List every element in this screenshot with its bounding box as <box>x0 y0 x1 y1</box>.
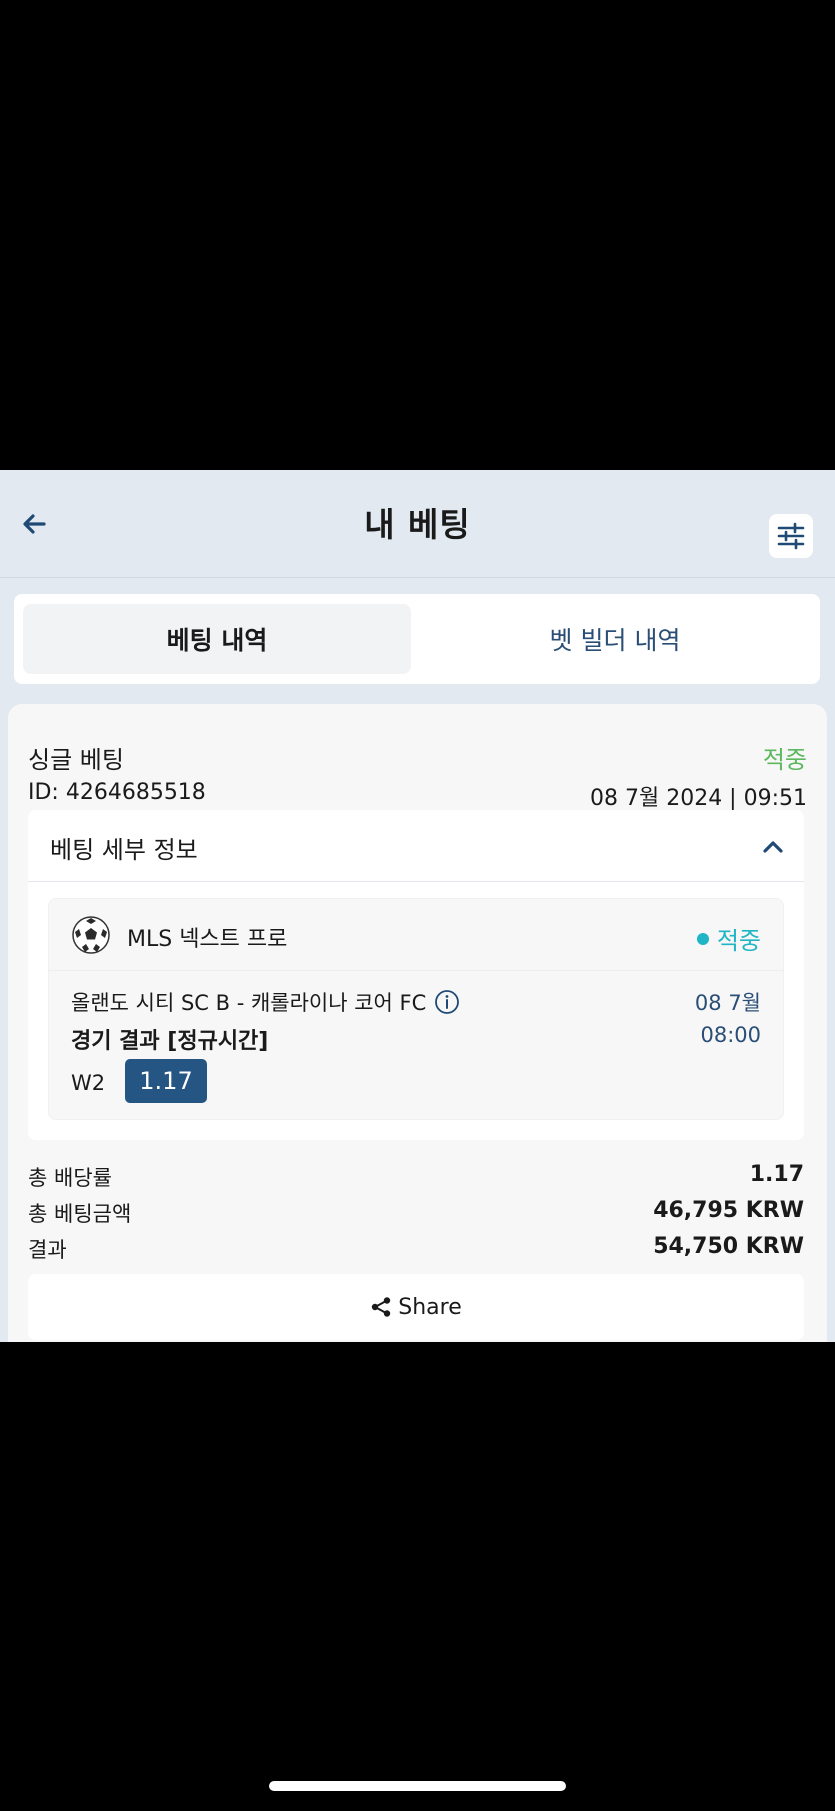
summary-value: 54,750 KRW <box>653 1234 804 1259</box>
bet-details-title: 베팅 세부 정보 <box>50 836 198 864</box>
bet-id: ID: 4264685518 <box>28 780 206 805</box>
tab-bet-builder-history[interactable]: 벳 빌더 내역 <box>421 604 809 674</box>
summary-label: 총 배당률 <box>28 1166 112 1190</box>
bet-date: 08 7월 2024 | 09:51 <box>589 786 807 811</box>
home-indicator[interactable] <box>269 1781 566 1791</box>
bet-details-toggle[interactable]: 베팅 세부 정보 <box>28 810 804 882</box>
app-header: 내 베팅 <box>0 470 835 578</box>
share-label: Share <box>398 1294 462 1320</box>
market-name: 경기 결과 [정규시간] <box>71 1029 269 1054</box>
summary-label: 총 베팅금액 <box>28 1202 132 1226</box>
event-header: MLS 넥스트 프로 적중 <box>49 899 783 971</box>
match-date: 08 7월 <box>694 991 761 1015</box>
filter-button[interactable] <box>769 514 813 558</box>
my-bets-screen: 내 베팅 베팅 내역 벳 빌더 내역 싱글 베팅 적중 ID: 42646855… <box>0 470 835 1342</box>
odds-badge: 1.17 <box>125 1059 207 1103</box>
event-selection: MLS 넥스트 프로 적중 올랜도 시티 SC B - 캐롤라이나 코어 FC … <box>48 898 784 1120</box>
event-status-label: 적중 <box>716 927 761 955</box>
match-time: 08:00 <box>700 1023 761 1047</box>
summary-value: 46,795 KRW <box>653 1198 804 1223</box>
selection-pick: W2 <box>71 1071 106 1095</box>
sliders-icon <box>777 522 805 550</box>
summary-result: 결과 54,750 KRW <box>28 1234 804 1264</box>
share-button[interactable]: Share <box>28 1274 804 1340</box>
event-status: 적중 <box>696 921 761 956</box>
tab-bar: 베팅 내역 벳 빌더 내역 <box>14 594 820 684</box>
match-name: 올랜도 시티 SC B - 캐롤라이나 코어 FC <box>71 991 427 1015</box>
chevron-up-icon <box>763 841 783 853</box>
info-icon[interactable] <box>434 989 460 1015</box>
bet-card: 싱글 베팅 적중 ID: 4264685518 08 7월 2024 | 09:… <box>8 704 827 1342</box>
bet-type: 싱글 베팅 <box>28 746 124 774</box>
bet-status-badge: 적중 <box>762 746 807 774</box>
soccer-ball-icon <box>72 916 110 954</box>
share-icon <box>372 1297 391 1317</box>
summary-total-odds: 총 배당률 1.17 <box>28 1162 804 1192</box>
page-title: 내 베팅 <box>364 505 471 544</box>
summary-value: 1.17 <box>749 1162 804 1187</box>
tab-bet-history[interactable]: 베팅 내역 <box>23 604 411 674</box>
summary-label: 결과 <box>28 1238 67 1262</box>
league-name: MLS 넥스트 프로 <box>127 927 288 952</box>
match-name-row: 올랜도 시티 SC B - 캐롤라이나 코어 FC <box>71 987 460 1017</box>
status-dot-icon <box>696 932 709 945</box>
bet-details-panel: 베팅 세부 정보 MLS 넥스트 프로 적중 올랜도 시티 SC B - 캐롤라… <box>28 810 804 1140</box>
summary-total-stake: 총 베팅금액 46,795 KRW <box>28 1198 804 1228</box>
